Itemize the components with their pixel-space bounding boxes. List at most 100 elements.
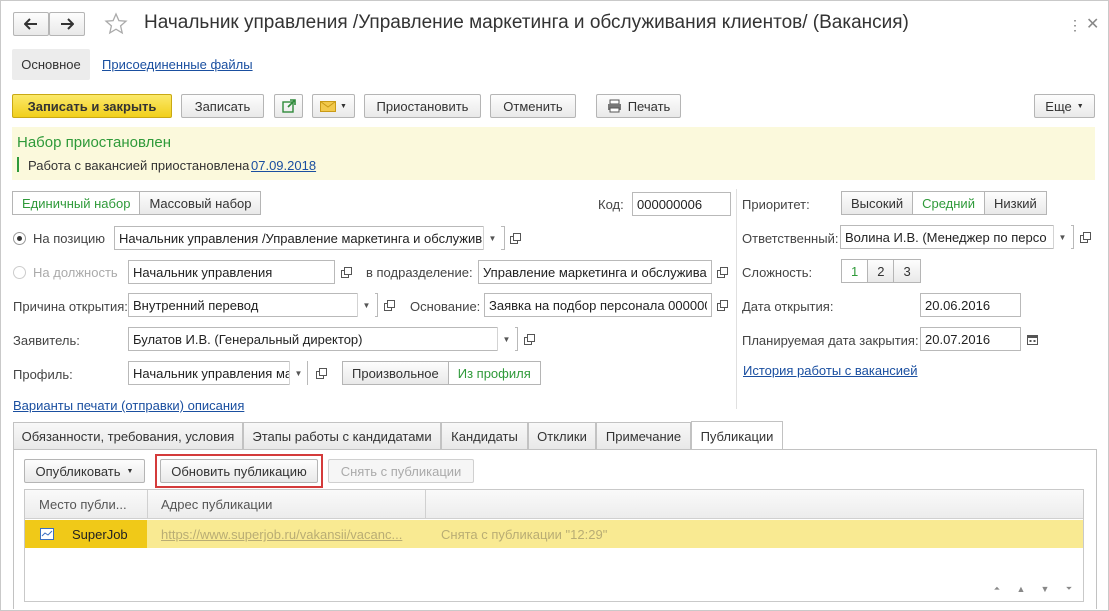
open-copy-icon (315, 367, 327, 379)
priority-high[interactable]: Высокий (841, 191, 914, 215)
open-copy-icon (340, 266, 352, 278)
open-date-label: Дата открытия: (742, 299, 834, 314)
radio-on-role[interactable] (13, 266, 26, 279)
move-top-icon[interactable]: ⏶ (985, 578, 1009, 600)
basis-label: Основание: (410, 299, 481, 314)
profile-mode-toggle: Произвольное Из профиля (342, 361, 541, 385)
reason-dropdown-icon[interactable]: ▼ (357, 293, 375, 317)
tab-notes[interactable]: Примечание (596, 422, 691, 449)
mode-mass[interactable]: Массовый набор (139, 191, 262, 215)
dept-field[interactable]: Управление маркетинга и обслуживан (478, 260, 712, 284)
open-external-button[interactable] (274, 94, 303, 118)
role-open-button[interactable] (336, 261, 356, 283)
more-button[interactable]: Еще ▼ (1034, 94, 1095, 118)
tab-duties[interactable]: Обязанности, требования, условия (13, 422, 243, 449)
position-open-button[interactable] (505, 227, 525, 249)
print-button[interactable]: Печать (596, 94, 681, 118)
col-place-header[interactable]: Место публи... (39, 497, 127, 512)
header-col-sep-2 (425, 490, 426, 519)
role-field[interactable]: Начальник управления (128, 260, 335, 284)
calendar-button[interactable] (1022, 328, 1042, 350)
basis-open-button[interactable] (712, 294, 732, 316)
responsible-field[interactable]: Волина И.В. (Менеджер по персо (840, 225, 1074, 249)
history-link[interactable]: История работы с вакансией (743, 363, 918, 378)
close-icon[interactable]: ✕ (1086, 14, 1099, 34)
forward-button[interactable] (49, 12, 85, 36)
row-address[interactable]: https://www.superjob.ru/vakansii/vacanc.… (161, 527, 402, 542)
open-copy-icon (716, 299, 728, 311)
applicant-open-button[interactable] (519, 328, 539, 350)
col-address-header[interactable]: Адрес публикации (161, 497, 272, 512)
remove-publication-button[interactable]: Снять с публикации (328, 459, 474, 483)
profile-value: Начальник управления ма (133, 365, 293, 381)
dept-value: Управление маркетинга и обслуживан (483, 264, 707, 280)
profile-free[interactable]: Произвольное (342, 361, 449, 385)
complexity-3[interactable]: 3 (893, 259, 921, 283)
code-field[interactable]: 000000006 (632, 192, 731, 216)
save-close-button[interactable]: Записать и закрыть (12, 94, 172, 118)
complexity-1[interactable]: 1 (841, 259, 869, 283)
arrow-right-icon (61, 18, 74, 30)
more-label: Еще (1045, 98, 1072, 114)
open-date-field[interactable]: 20.06.2016 (920, 293, 1021, 317)
tab-candidates[interactable]: Кандидаты (441, 422, 528, 449)
applicant-field[interactable]: Булатов И.В. (Генеральный директор) (128, 327, 518, 351)
priority-medium[interactable]: Средний (912, 191, 985, 215)
dept-open-button[interactable] (712, 261, 732, 283)
priority-low[interactable]: Низкий (983, 191, 1047, 215)
move-up-icon[interactable]: ▲ (1009, 578, 1033, 600)
position-field[interactable]: Начальник управления /Управление маркети… (114, 226, 505, 250)
radio-on-position[interactable] (13, 232, 26, 245)
banner-bar (17, 157, 19, 172)
chevron-down-icon: ▼ (1076, 102, 1084, 110)
chart-icon (40, 528, 54, 543)
complexity-label: Сложность: (742, 265, 813, 280)
email-button[interactable]: ▼ (312, 94, 355, 118)
tab-publications[interactable]: Публикации (691, 421, 783, 450)
move-bottom-icon[interactable]: ⏷ (1057, 578, 1081, 600)
back-button[interactable] (13, 12, 49, 36)
code-label: Код: (598, 197, 624, 212)
favorite-star-icon[interactable] (104, 12, 128, 36)
open-copy-icon (509, 232, 521, 244)
position-dropdown-icon[interactable]: ▼ (483, 226, 501, 250)
profile-open-button[interactable] (311, 362, 331, 384)
profile-dropdown-icon[interactable]: ▼ (289, 361, 307, 385)
reason-field[interactable]: Внутренний перевод (128, 293, 378, 317)
complexity-2[interactable]: 2 (867, 259, 895, 283)
nav-main[interactable]: Основное (12, 49, 90, 80)
applicant-label: Заявитель: (13, 333, 80, 348)
basis-field[interactable]: Заявка на подбор персонала 000000 (484, 293, 712, 317)
applicant-dropdown-icon[interactable]: ▼ (497, 327, 515, 351)
reason-label: Причина открытия: (13, 299, 128, 314)
close-date-value: 20.07.2016 (925, 331, 991, 347)
on-position-label: На позицию (33, 231, 106, 246)
header-col-sep-1 (147, 490, 148, 519)
publish-button[interactable]: Опубликовать ▼ (24, 459, 145, 483)
move-down-icon[interactable]: ▼ (1033, 578, 1057, 600)
page-title: Начальник управления /Управление маркети… (144, 12, 909, 33)
printer-icon (607, 99, 621, 113)
profile-field[interactable]: Начальник управления ма (128, 361, 308, 385)
print-variants-link[interactable]: Варианты печати (отправки) описания (13, 398, 244, 413)
tab-stages[interactable]: Этапы работы с кандидатами (243, 422, 441, 449)
menu-dots-icon[interactable]: ⋮ (1068, 17, 1082, 34)
profile-from[interactable]: Из профиля (447, 361, 541, 385)
banner-date-link[interactable]: 07.09.2018 (251, 158, 316, 173)
chevron-down-icon: ▼ (340, 102, 347, 110)
responsible-dropdown-icon[interactable]: ▼ (1053, 225, 1071, 249)
reason-open-button[interactable] (379, 294, 399, 316)
table-nav: ⏶ ▲ ▼ ⏷ (985, 578, 1081, 600)
responsible-open-button[interactable] (1075, 226, 1095, 248)
tab-responses[interactable]: Отклики (528, 422, 596, 449)
close-date-field[interactable]: 20.07.2016 (920, 327, 1021, 351)
suspend-button[interactable]: Приостановить (364, 94, 481, 118)
save-button[interactable]: Записать (181, 94, 264, 118)
nav-attached-files[interactable]: Присоединенные файлы (102, 57, 253, 72)
update-publication-button[interactable]: Обновить публикацию (160, 459, 318, 483)
cancel-button[interactable]: Отменить (490, 94, 576, 118)
chevron-down-icon: ▼ (126, 467, 134, 475)
role-value: Начальник управления (133, 264, 273, 280)
mode-single[interactable]: Единичный набор (12, 191, 141, 215)
recruit-mode-toggle: Единичный набор Массовый набор (12, 191, 262, 215)
